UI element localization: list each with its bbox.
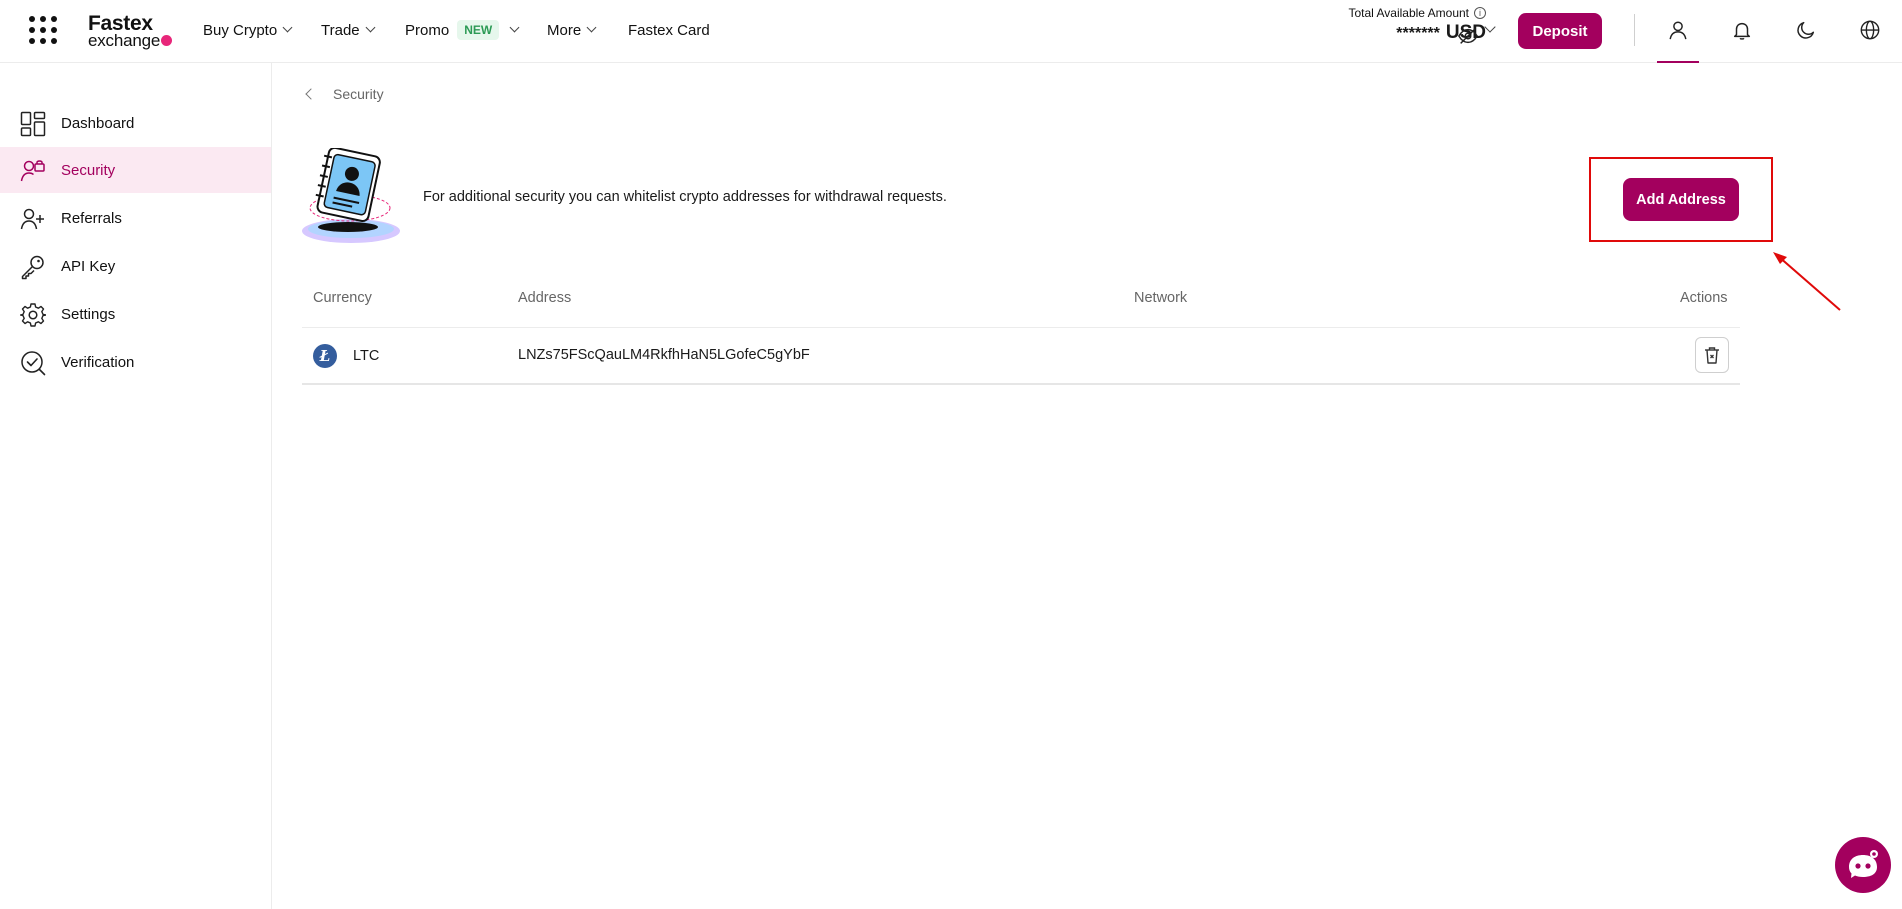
chatbot-icon bbox=[1849, 850, 1878, 878]
info-icon[interactable]: i bbox=[1474, 7, 1486, 19]
chevron-down-icon bbox=[509, 22, 520, 32]
dashboard-icon bbox=[20, 111, 46, 137]
sidebar-item-label: Referrals bbox=[61, 210, 122, 227]
nav-buy-crypto-label: Buy Crypto bbox=[203, 21, 278, 39]
nav-fastex-card[interactable]: Fastex Card bbox=[628, 0, 710, 60]
deposit-button[interactable]: Deposit bbox=[1518, 13, 1602, 49]
breadcrumb: Security bbox=[303, 86, 384, 102]
nav-promo-label: Promo bbox=[405, 21, 450, 39]
sidebar-item-dashboard[interactable]: Dashboard bbox=[0, 100, 271, 146]
nav-fastex-card-label: Fastex Card bbox=[628, 21, 710, 39]
chatbot-button[interactable] bbox=[1835, 837, 1891, 893]
column-header-currency: Currency bbox=[313, 290, 372, 306]
sidebar-item-api-key[interactable]: API Key bbox=[0, 243, 271, 289]
sidebar-item-label: Security bbox=[61, 162, 116, 179]
gear-icon bbox=[20, 303, 46, 327]
chevron-down-icon bbox=[365, 22, 376, 32]
globe-icon[interactable] bbox=[1856, 16, 1884, 44]
user-icon[interactable] bbox=[1664, 16, 1692, 44]
sidebar-item-referrals[interactable]: Referrals bbox=[0, 195, 271, 241]
user-plus-icon bbox=[20, 208, 44, 230]
sidebar-item-label: Settings bbox=[61, 306, 116, 323]
sidebar-item-label: Verification bbox=[61, 354, 135, 371]
moon-icon[interactable] bbox=[1792, 16, 1820, 44]
row-address: LNZs75FScQauLM4RkfhHaN5LGofeC5gYbF bbox=[518, 347, 810, 363]
fastex-logo[interactable]: Fastex exchange bbox=[88, 13, 173, 50]
nav-promo[interactable]: Promo NEW bbox=[405, 0, 520, 60]
litecoin-icon: Ł bbox=[313, 344, 337, 368]
header-divider bbox=[1634, 14, 1635, 46]
nav-buy-crypto[interactable]: Buy Crypto bbox=[203, 0, 293, 60]
eye-off-icon[interactable] bbox=[1457, 25, 1479, 47]
balance-value: ******* bbox=[1396, 25, 1440, 42]
verify-icon bbox=[21, 351, 46, 376]
column-header-address: Address bbox=[518, 290, 572, 306]
sidebar-item-security[interactable]: Security bbox=[0, 147, 271, 193]
new-badge: NEW bbox=[457, 20, 500, 40]
annotation-arrow-icon bbox=[1773, 252, 1841, 311]
chevron-down-icon bbox=[282, 22, 293, 32]
nav-trade[interactable]: Trade bbox=[321, 0, 376, 60]
nav-trade-label: Trade bbox=[321, 21, 360, 39]
sidebar-item-label: Dashboard bbox=[61, 115, 135, 132]
security-icon bbox=[20, 160, 45, 182]
sidebar-item-label: API Key bbox=[61, 258, 116, 275]
logo-line2: exchange bbox=[88, 31, 161, 50]
apps-grid-icon[interactable] bbox=[29, 16, 57, 44]
column-header-network: Network bbox=[1134, 290, 1188, 306]
sidebar-item-settings[interactable]: Settings bbox=[0, 291, 271, 337]
whitelist-intro-text: For additional security you can whitelis… bbox=[423, 189, 947, 205]
bell-icon[interactable] bbox=[1728, 16, 1756, 44]
chevron-down-icon[interactable] bbox=[1484, 21, 1496, 33]
add-address-button[interactable]: Add Address bbox=[1623, 178, 1739, 221]
sidebar-item-verification[interactable]: Verification bbox=[0, 339, 271, 385]
chevron-down-icon bbox=[586, 22, 597, 32]
trash-icon bbox=[1705, 347, 1719, 364]
column-header-actions: Actions bbox=[1680, 290, 1728, 306]
logo-dot-icon bbox=[161, 35, 173, 47]
user-active-indicator bbox=[1657, 61, 1699, 63]
top-header: Fastex exchange Buy Crypto Trade Promo N… bbox=[0, 0, 1902, 63]
balance-label: Total Available Amount bbox=[1348, 6, 1469, 20]
delete-address-button[interactable] bbox=[1695, 337, 1729, 373]
nav-more[interactable]: More bbox=[547, 0, 597, 60]
key-icon bbox=[21, 255, 44, 280]
address-book-illustration bbox=[302, 148, 400, 243]
breadcrumb-current: Security bbox=[333, 86, 384, 102]
nav-more-label: More bbox=[547, 21, 582, 39]
row-currency: LTC bbox=[353, 348, 380, 364]
sidebar: Dashboard Security Referrals API Key Set… bbox=[0, 63, 272, 909]
back-chevron-icon[interactable] bbox=[305, 88, 317, 100]
